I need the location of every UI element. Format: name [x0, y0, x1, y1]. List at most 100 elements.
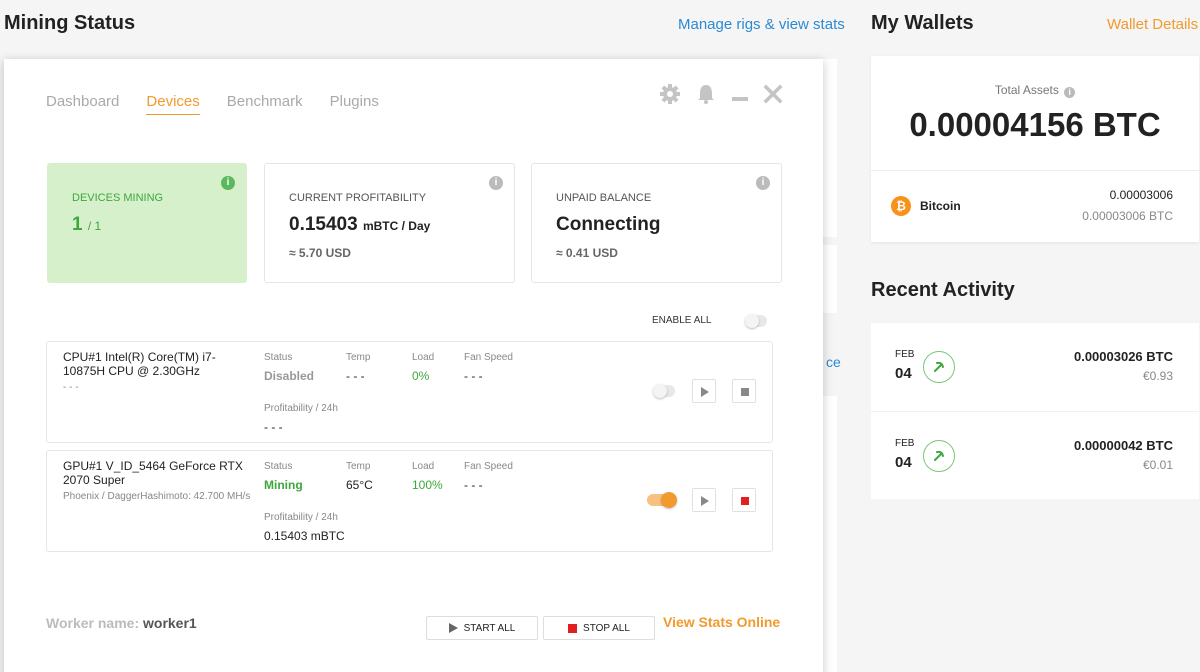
device-row: GPU#1 V_ID_5464 GeForce RTX 2070 Super P… [46, 450, 773, 552]
profitability-card: i CURRENT PROFITABILITY 0.15403 mBTC / D… [264, 163, 515, 283]
coin-amount: 0.00003006 [1109, 188, 1173, 202]
device-fan-speed: - - - [464, 369, 483, 383]
enable-all-toggle[interactable] [745, 314, 767, 328]
activity-fiat: €0.01 [1142, 458, 1173, 472]
activity-fiat: €0.93 [1142, 369, 1173, 383]
total-assets-text: Total Assets [994, 83, 1059, 97]
wallets-title: My Wallets [871, 12, 974, 34]
coin-name: Bitcoin [920, 199, 961, 213]
stop-button[interactable] [732, 379, 756, 403]
unpaid-balance-card: i UNPAID BALANCE Connecting ≈ 0.41 USD [531, 163, 782, 283]
device-status: Disabled [264, 369, 315, 383]
tab-benchmark[interactable]: Benchmark [227, 93, 303, 115]
worker-value: worker1 [143, 615, 197, 631]
gear-icon[interactable] [659, 83, 681, 105]
device-load: 100% [412, 478, 443, 492]
wallet-details-link[interactable]: Wallet Details [1107, 16, 1198, 33]
close-icon[interactable] [763, 84, 783, 104]
devices-mining-value: 1 / 1 [72, 214, 101, 236]
info-icon[interactable]: i [1064, 87, 1076, 98]
pickaxe-icon [923, 351, 955, 383]
tab-dashboard[interactable]: Dashboard [46, 93, 119, 115]
profitability-number: 0.15403 [289, 214, 358, 235]
activity-day: 04 [895, 365, 912, 382]
device-status: Mining [264, 478, 303, 492]
stop-icon [741, 497, 749, 505]
partial-link[interactable]: ce [826, 354, 841, 370]
load-label: Load [412, 461, 435, 472]
wallet-panel: Total Assets i 0.00004156 BTC ₿ Bitcoin … [871, 56, 1199, 242]
info-icon[interactable]: i [756, 176, 770, 190]
stop-icon [568, 623, 578, 633]
minimize-icon[interactable] [731, 83, 749, 105]
activity-amount: 0.00003026 BTC [1073, 349, 1173, 364]
status-label: Status [264, 352, 293, 363]
temp-label: Temp [346, 352, 371, 363]
fan-speed-label: Fan Speed [464, 352, 513, 363]
worker-label: Worker name: [46, 615, 140, 631]
devices-mining-label: DEVICES MINING [72, 192, 164, 204]
profitability-label: Profitability / 24h [264, 512, 338, 523]
total-assets-label: Total Assets i [871, 83, 1199, 98]
device-fan-speed: - - - [464, 478, 483, 492]
play-icon [701, 496, 709, 506]
enable-all-label: ENABLE ALL [652, 315, 712, 326]
device-name: GPU#1 V_ID_5464 GeForce RTX 2070 Super [63, 459, 243, 487]
tab-bar: Dashboard Devices Benchmark Plugins [46, 93, 379, 115]
play-icon [701, 387, 709, 397]
device-algorithm: Phoenix / DaggerHashimoto: 42.700 MH/s [63, 491, 251, 502]
device-row: CPU#1 Intel(R) Core(TM) i7-10875H CPU @ … [46, 341, 773, 443]
stop-button[interactable] [732, 488, 756, 512]
load-label: Load [412, 352, 435, 363]
activity-day: 04 [895, 454, 912, 471]
info-icon[interactable]: i [489, 176, 503, 190]
device-load: 0% [412, 369, 430, 383]
stop-icon [741, 388, 749, 396]
bitcoin-icon: ₿ [891, 196, 911, 216]
device-temp: - - - [346, 369, 365, 383]
activity-month: FEB [895, 438, 915, 449]
activity-item[interactable]: FEB 04 0.00000042 BTC €0.01 [871, 411, 1199, 499]
divider [871, 170, 1199, 171]
background-card [823, 59, 837, 237]
pickaxe-icon [923, 440, 955, 472]
start-button[interactable] [692, 488, 716, 512]
stop-all-button[interactable]: STOP ALL [543, 616, 655, 640]
devices-mining-card: i DEVICES MINING 1 / 1 [47, 163, 247, 283]
total-assets-value: 0.00004156 BTC [909, 106, 1161, 143]
device-profitability: - - - [264, 420, 283, 434]
unpaid-balance-label: UNPAID BALANCE [556, 192, 652, 204]
window-controls [659, 83, 783, 105]
activity-amount: 0.00000042 BTC [1073, 438, 1173, 453]
profitability-label: Profitability / 24h [264, 403, 338, 414]
device-toggle[interactable] [653, 384, 675, 398]
profitability-label: CURRENT PROFITABILITY [289, 192, 427, 204]
profitability-usd: ≈ 5.70 USD [289, 246, 351, 260]
device-temp: 65°C [346, 478, 373, 492]
bell-icon[interactable] [695, 83, 717, 105]
manage-rigs-link[interactable]: Manage rigs & view stats [678, 16, 845, 33]
profitability-value: 0.15403 mBTC / Day [289, 214, 430, 236]
start-all-button[interactable]: START ALL [426, 616, 538, 640]
devices-mining-count: 1 [72, 214, 83, 235]
start-button[interactable] [692, 379, 716, 403]
activity-item[interactable]: FEB 04 0.00003026 BTC €0.93 [871, 323, 1199, 411]
worker-name: Worker name: worker1 [46, 615, 197, 631]
page-title: Mining Status [4, 12, 136, 34]
tab-devices[interactable]: Devices [146, 93, 200, 115]
device-name: CPU#1 Intel(R) Core(TM) i7-10875H CPU @ … [63, 350, 216, 378]
temp-label: Temp [346, 461, 371, 472]
activity-month: FEB [895, 349, 915, 360]
tab-plugins[interactable]: Plugins [330, 93, 379, 115]
miner-window: Dashboard Devices Benchmark Plugins i DE… [4, 59, 823, 672]
profitability-unit: mBTC / Day [362, 219, 431, 233]
info-icon[interactable]: i [221, 176, 235, 190]
play-icon [448, 623, 458, 633]
unpaid-balance-value: Connecting [556, 214, 661, 235]
device-toggle[interactable] [647, 492, 677, 508]
unpaid-balance-usd: ≈ 0.41 USD [556, 246, 618, 260]
stop-all-label: STOP ALL [583, 622, 630, 634]
view-stats-online-link[interactable]: View Stats Online [663, 614, 780, 630]
start-all-label: START ALL [463, 622, 516, 634]
recent-activity-title: Recent Activity [871, 279, 1015, 301]
